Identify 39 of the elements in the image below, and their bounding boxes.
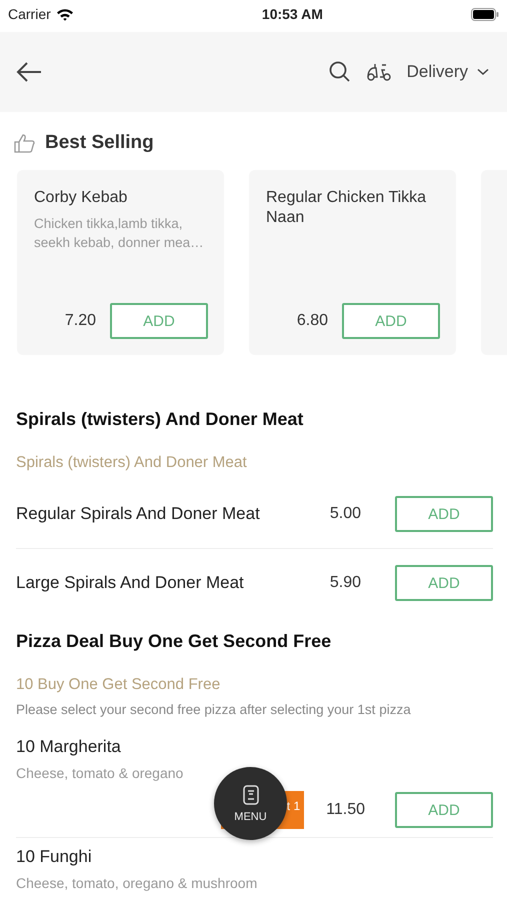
search-icon[interactable] (328, 61, 351, 83)
item-description: Cheese, tomato, oregano & mushroom (16, 875, 258, 891)
back-arrow-icon[interactable] (16, 62, 42, 82)
product-name: Corby Kebab (34, 188, 128, 208)
add-button[interactable]: ADD (342, 303, 440, 339)
thumbs-up-icon (14, 133, 36, 153)
wifi-icon (56, 8, 74, 20)
item-name: Regular Spirals And Doner Meat (16, 504, 261, 524)
menu-card-icon (242, 784, 258, 804)
price: 7.20 (64, 312, 96, 330)
category-note: Please select your second free pizza after selecting your 1st pizza (16, 702, 412, 717)
price: 5.90 (330, 574, 361, 592)
category-subtitle: Spirals (twisters) And Doner Meat (16, 454, 248, 472)
battery-icon (470, 8, 499, 20)
add-button[interactable]: ADD (395, 792, 493, 828)
category-title: Spirals (twisters) And Doner Meat (16, 408, 304, 430)
add-button[interactable]: ADD (395, 565, 493, 601)
price: 6.80 (296, 312, 328, 330)
product-card[interactable]: Regular Chicken Tikka Naan 6.80 ADD (249, 170, 456, 355)
clock-time: 10:53 AM (262, 6, 323, 22)
delivery-dropdown[interactable]: Delivery (406, 62, 489, 82)
product-card[interactable]: Corby Kebab Chicken tikka,lamb tikka, seekh kebab, donner mea… 7.20 ADD (17, 170, 224, 355)
item-name: Large Spirals And Doner Meat (16, 573, 245, 593)
add-button[interactable]: ADD (395, 496, 493, 532)
product-description: Chicken tikka,lamb tikka, seekh kebab, donner mea… (34, 215, 205, 252)
category-title: Pizza Deal Buy One Get Second Free (16, 630, 332, 652)
scooter-icon (364, 62, 393, 82)
item-name: 10 Margherita (16, 737, 122, 757)
add-button[interactable]: ADD (110, 303, 208, 339)
chevron-down-icon (477, 68, 489, 76)
product-name: Regular Chicken Tikka Naan (266, 188, 428, 228)
category-subtitle: 10 Buy One Get Second Free (16, 676, 222, 694)
section-title: Best Selling (45, 132, 154, 154)
price: 11.50 (326, 801, 365, 819)
menu-button[interactable]: MENU (214, 767, 287, 840)
price: 5.00 (330, 505, 361, 523)
item-name: 10 Funghi (16, 847, 93, 867)
carrier-label: Carrier (8, 6, 51, 22)
item-description: Cheese, tomato & oregano (16, 765, 184, 781)
